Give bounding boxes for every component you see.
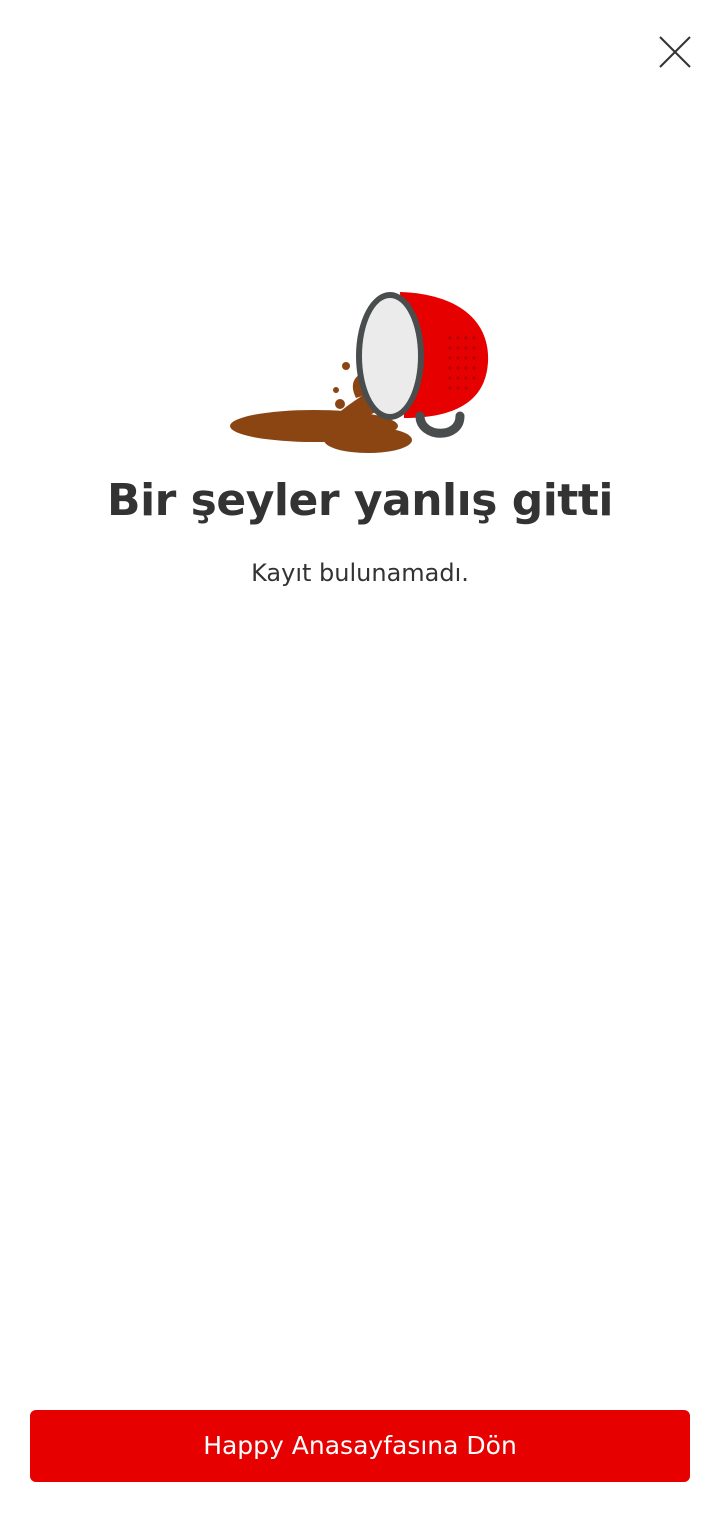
go-home-button[interactable]: Happy Anasayfasına Dön <box>30 1410 690 1482</box>
close-icon <box>659 36 691 68</box>
error-illustration <box>228 286 492 458</box>
spilled-coffee-cup-icon <box>230 292 489 453</box>
error-message: Kayıt bulunamadı. <box>251 559 469 587</box>
error-title: Bir şeyler yanlış gitti <box>107 475 613 526</box>
close-button[interactable] <box>652 29 698 75</box>
